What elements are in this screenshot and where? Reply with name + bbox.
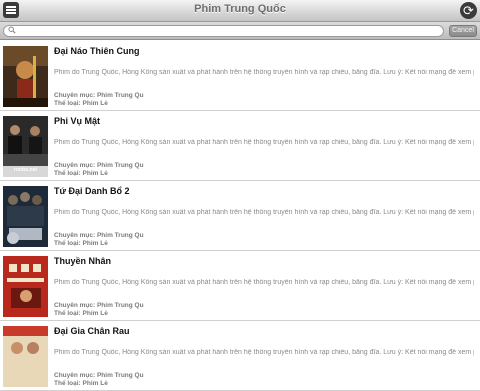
movie-category: Chuyên mục: Phim Trung Qu bbox=[54, 372, 144, 379]
list-item[interactable]: ronbo.net Phi Vụ Mật Phim do Trung Quốc,… bbox=[0, 111, 480, 181]
action-movie-poster-icon: ronbo.net bbox=[3, 116, 48, 177]
poster-watermark: ronbo.net bbox=[13, 167, 38, 173]
movie-title: Đại Náo Thiên Cung bbox=[54, 46, 140, 56]
movie-title: Đại Gia Chân Rau bbox=[54, 326, 130, 336]
movie-description: Phim do Trung Quốc, Hồng Kông sản xuất v… bbox=[54, 279, 474, 286]
movie-title: Phi Vụ Mật bbox=[54, 116, 101, 126]
comedy-poster-icon bbox=[3, 326, 48, 387]
cancel-button[interactable]: Cancel bbox=[449, 25, 477, 37]
list-item[interactable]: Tứ Đại Danh Bổ 2 Phim do Trung Quốc, Hồn… bbox=[0, 181, 480, 251]
refresh-icon: ⟳ bbox=[463, 3, 474, 18]
movie-description: Phim do Trung Quốc, Hồng Kông sản xuất v… bbox=[54, 139, 474, 146]
movie-genre: Thể loại: Phim Lẻ bbox=[54, 310, 108, 317]
movie-description: Phim do Trung Quốc, Hồng Kông sản xuất v… bbox=[54, 209, 474, 216]
list-item[interactable]: Đại Gia Chân Rau Phim do Trung Quốc, Hồn… bbox=[0, 321, 480, 391]
search-icon bbox=[8, 26, 16, 34]
page-title: Phim Trung Quốc bbox=[194, 3, 286, 15]
movie-category: Chuyên mục: Phim Trung Qu bbox=[54, 162, 144, 169]
search-field[interactable] bbox=[3, 25, 444, 37]
search-bar: Cancel bbox=[0, 22, 480, 40]
refresh-button[interactable]: ⟳ bbox=[460, 2, 477, 19]
four-heroes-poster-icon bbox=[3, 186, 48, 247]
list-item[interactable]: Đại Náo Thiên Cung Phim do Trung Quốc, H… bbox=[0, 41, 480, 111]
movie-description: Phim do Trung Quốc, Hồng Kông sản xuất v… bbox=[54, 69, 474, 76]
movie-category: Chuyên mục: Phim Trung Qu bbox=[54, 232, 144, 239]
movie-description: Phim do Trung Quốc, Hồng Kông sản xuất v… bbox=[54, 349, 474, 356]
monkey-king-poster-icon bbox=[3, 46, 48, 107]
movie-category: Chuyên mục: Phim Trung Qu bbox=[54, 302, 144, 309]
movie-genre: Thể loại: Phim Lẻ bbox=[54, 170, 108, 177]
movie-genre: Thể loại: Phim Lẻ bbox=[54, 100, 108, 107]
movie-category: Chuyên mục: Phim Trung Qu bbox=[54, 92, 144, 99]
list-item[interactable]: Thuyền Nhân Phim do Trung Quốc, Hồng Kôn… bbox=[0, 251, 480, 321]
movie-title: Thuyền Nhân bbox=[54, 256, 112, 266]
nav-bar: Phim Trung Quốc ⟳ bbox=[0, 0, 480, 22]
movie-genre: Thể loại: Phim Lẻ bbox=[54, 240, 108, 247]
movie-genre: Thể loại: Phim Lẻ bbox=[54, 380, 108, 387]
movie-title: Tứ Đại Danh Bổ 2 bbox=[54, 186, 130, 196]
search-input[interactable] bbox=[18, 26, 438, 36]
movie-list: Đại Náo Thiên Cung Phim do Trung Quốc, H… bbox=[0, 41, 480, 391]
boat-people-poster-icon bbox=[3, 256, 48, 317]
